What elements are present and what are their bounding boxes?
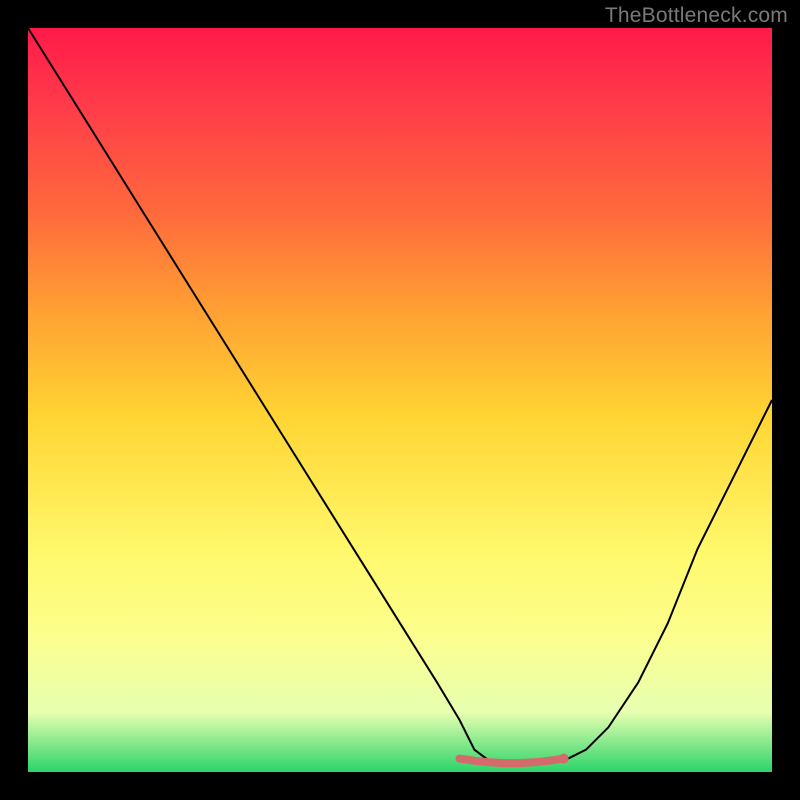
bottleneck-band — [460, 759, 564, 764]
plot-area — [28, 28, 772, 772]
chart-frame: TheBottleneck.com — [0, 0, 800, 800]
bottleneck-curve — [28, 28, 772, 765]
watermark-text: TheBottleneck.com — [605, 4, 788, 28]
bottleneck-band-end-dot — [559, 754, 569, 764]
curve-svg — [28, 28, 772, 772]
